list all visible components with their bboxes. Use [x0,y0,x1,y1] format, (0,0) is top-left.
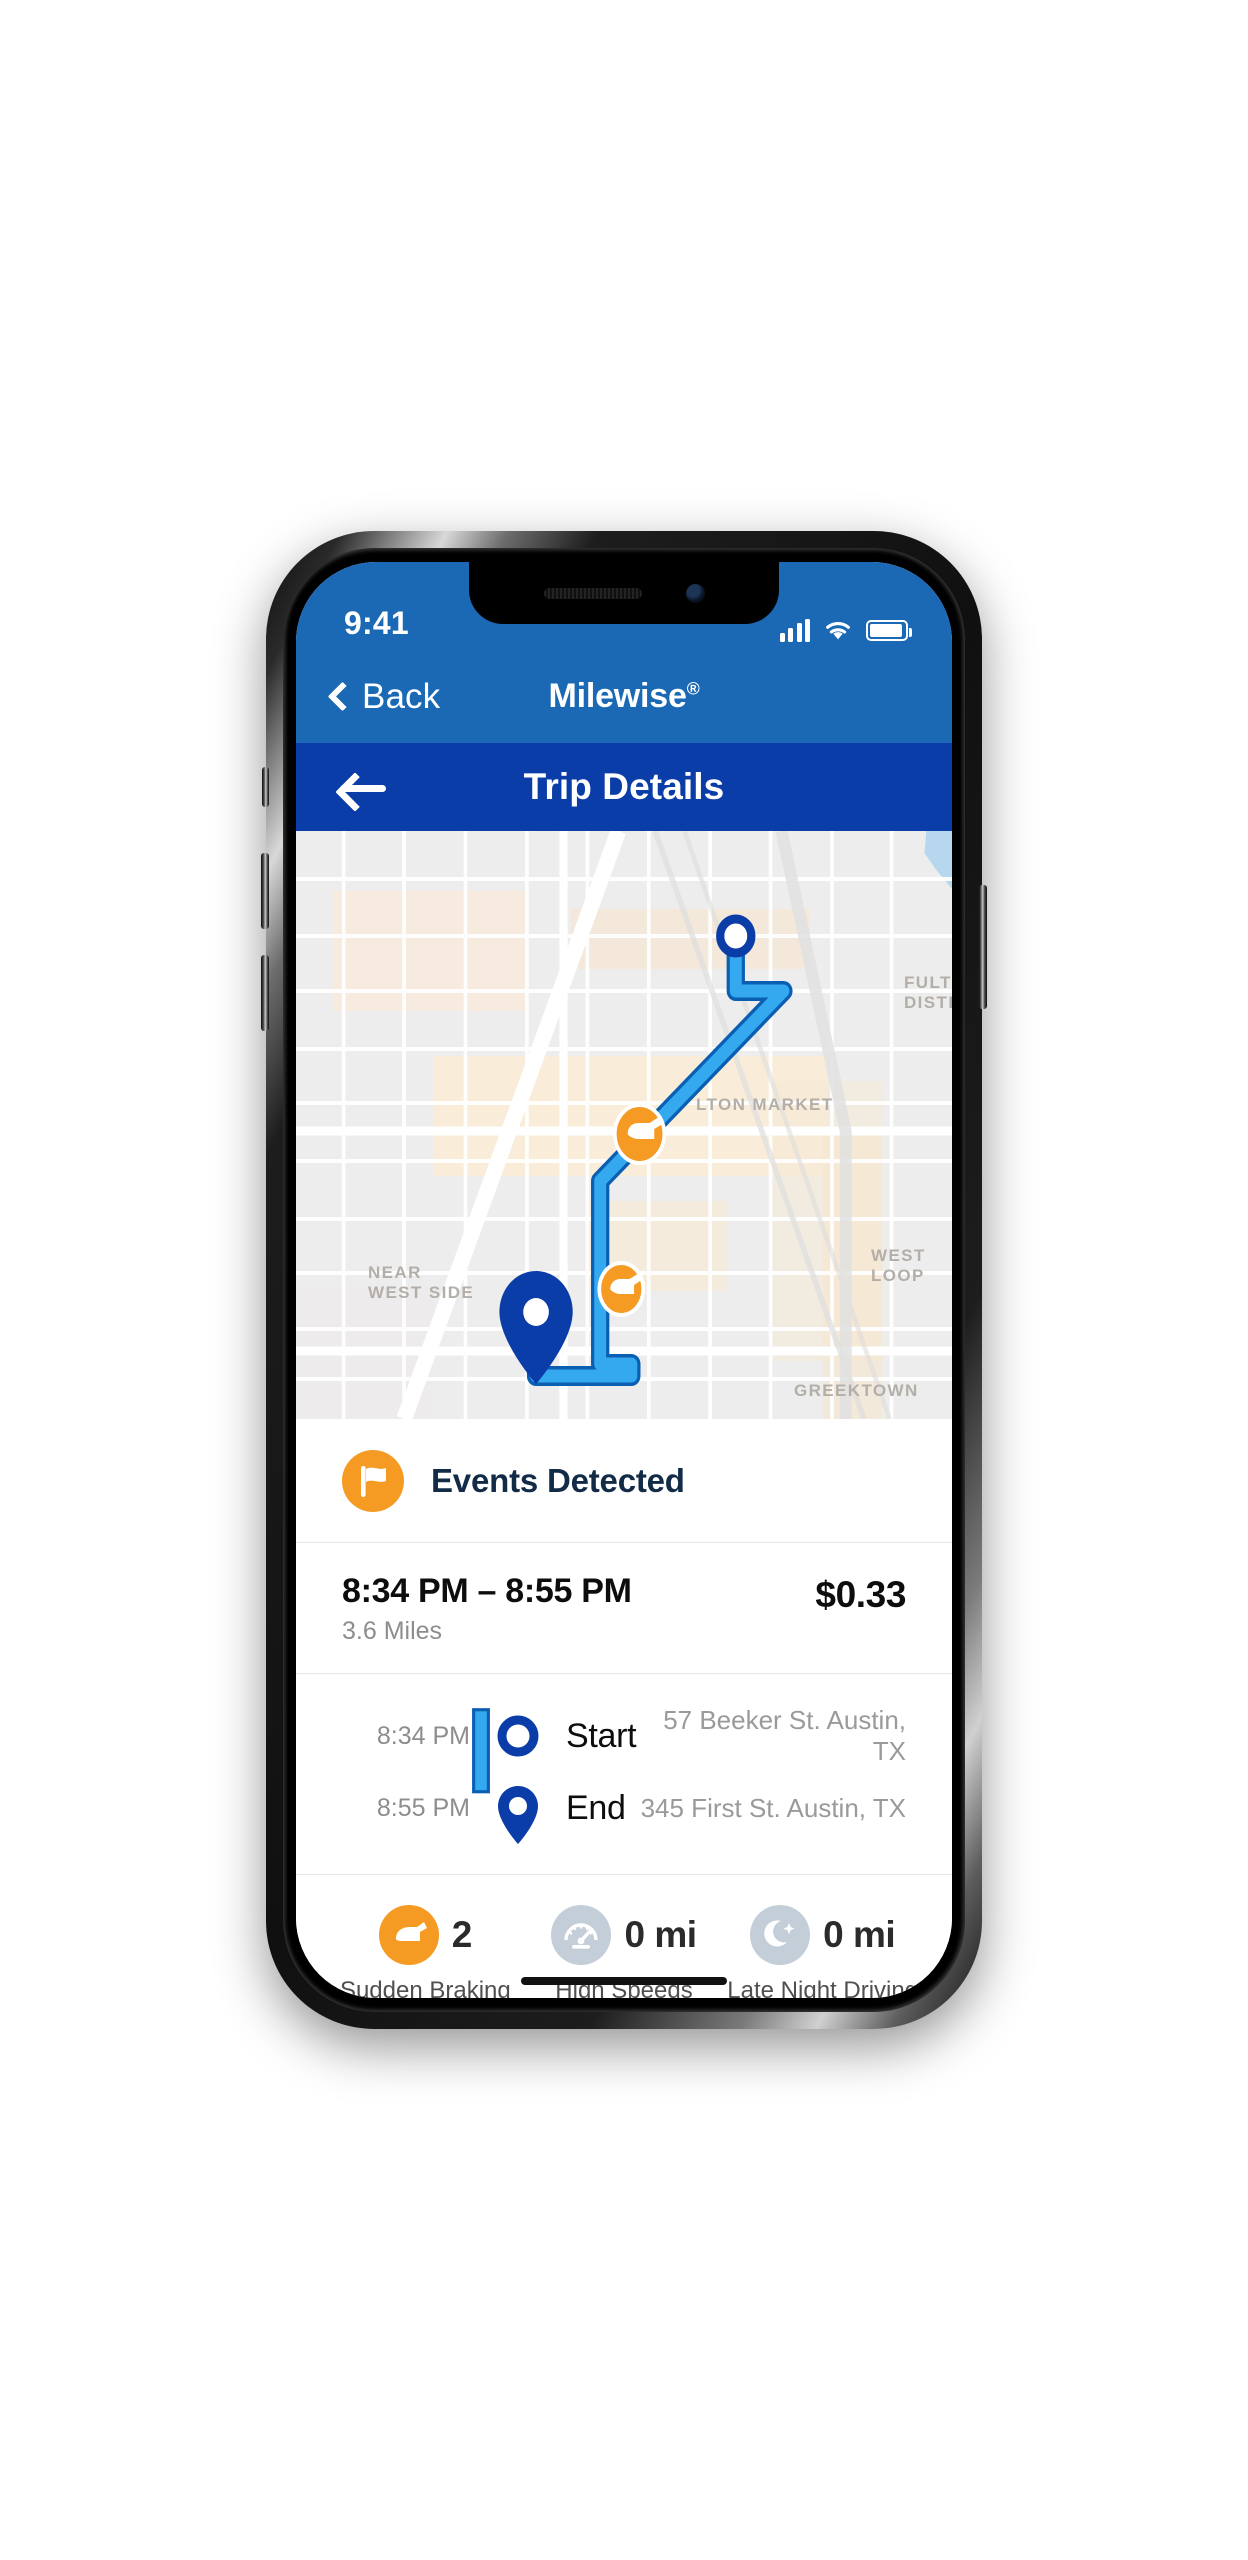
events-detected-row[interactable]: Events Detected [296,1419,952,1543]
pin-end-marker [470,1770,566,1846]
registered-trademark-mark: ® [686,678,700,699]
leg-start-time: 8:34 PM [376,1721,470,1750]
stat-late-night-driving-top: 0 mi [750,1905,896,1965]
leg-start-label: Start [566,1716,637,1755]
trip-distance: 3.6 Miles [342,1617,443,1645]
circle-start-marker [470,1712,566,1760]
leg-end-label: End [566,1788,626,1827]
status-time: 9:41 [344,605,409,641]
stat-high-speeds-top: 0 mi [551,1905,697,1965]
trip-map[interactable]: FULTON R DISTRIC LTON MARKET WEST LOOP N… [296,831,952,1419]
front-camera-icon [685,583,705,603]
stat-sudden-braking-label: Sudden Braking [339,1977,511,1998]
leg-end-address: 345 First St. Austin, TX [640,1792,906,1823]
status-indicators [779,619,912,642]
events-detected-title: Events Detected [431,1462,685,1499]
braking-event-marker [613,1103,667,1165]
phone-bezel: 9:41 Back Milewise® Trip Details FULT DI… [283,548,965,2012]
page-title: Trip Details [523,766,725,807]
cellular-bars-icon [779,619,810,642]
flag-icon [342,1450,404,1512]
back-button-label: Back [362,676,441,716]
battery-full-icon [866,620,912,641]
speedometer-icon [551,1905,612,1965]
stat-high-speeds-value: 0 mi [624,1914,697,1955]
silent-switch[interactable] [262,767,269,807]
stat-sudden-braking-top: 2 [378,1905,473,1965]
circle-start-marker [716,914,756,958]
stat-sudden-braking[interactable]: 2 Sudden Braking [326,1905,525,1998]
volume-up-button[interactable] [261,853,269,929]
app-title-text: Milewise [548,677,687,715]
trip-price: $0.33 [815,1574,906,1615]
page-header: Trip Details [296,743,952,831]
chevron-left-icon [327,681,358,712]
sudden-braking-icon [378,1905,439,1965]
stat-sudden-braking-value: 2 [451,1914,473,1955]
trip-leg-start[interactable]: 8:34 PM Start 57 Beeker St. Austin, TX [342,1700,906,1772]
back-button[interactable]: Back [326,677,440,717]
trip-legs: 8:34 PM Start 57 Beeker St. Austin, TX 8… [296,1674,952,1875]
leg-start-address: 57 Beeker St. Austin, TX [663,1705,906,1766]
stat-late-night-driving-value: 0 mi [823,1914,896,1955]
arrow-left-icon[interactable] [340,772,388,802]
moon-icon [750,1905,811,1965]
app-nav-bar: Back Milewise® [296,650,952,743]
trip-summary-left: 8:34 PM – 8:55 PM 3.6 Miles [342,1572,632,1646]
stat-late-night-driving-label: Late Night Driving [727,1977,919,1998]
trip-leg-end[interactable]: 8:55 PM End 345 First St. Austin, TX [342,1772,906,1844]
notch [469,562,779,624]
wifi-icon [826,622,850,640]
earpiece-speaker-icon [543,587,642,599]
trip-time-range: 8:34 PM – 8:55 PM [342,1572,632,1610]
home-indicator[interactable] [521,1977,727,1985]
trip-details-content: Events Detected 8:34 PM – 8:55 PM 3.6 Mi… [296,1419,952,1998]
leg-end-time: 8:55 PM [376,1793,470,1822]
power-button[interactable] [979,885,987,1009]
phone-screen: 9:41 Back Milewise® Trip Details FULT DI… [296,562,952,1998]
trip-summary-row: 8:34 PM – 8:55 PM 3.6 Miles $0.33 [296,1543,952,1674]
stat-late-night-driving[interactable]: 0 mi Late Night Driving [723,1905,922,1998]
braking-event-marker [597,1261,646,1317]
map-canvas [296,831,952,1419]
volume-down-button[interactable] [261,955,269,1031]
phone-device-frame: 9:41 Back Milewise® Trip Details FULT DI… [261,531,987,2029]
